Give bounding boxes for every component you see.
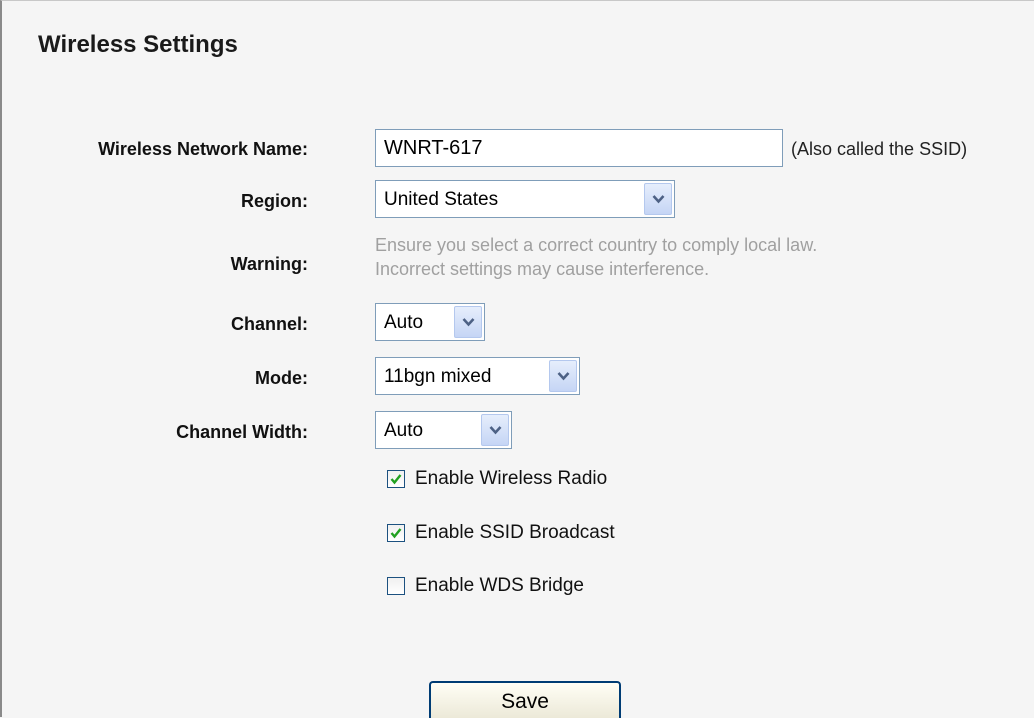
chevron-down-icon[interactable] [481,414,509,446]
channel-width-label: Channel Width: [176,422,308,442]
mode-value: 11bgn mixed [384,366,492,387]
chevron-down-icon[interactable] [644,183,672,215]
enable-ssid-broadcast-label: Enable SSID Broadcast [415,522,615,543]
chevron-down-icon[interactable] [454,306,482,338]
ssid-input[interactable] [375,129,783,167]
region-select[interactable]: United States [375,180,675,218]
ssid-hint: (Also called the SSID) [791,139,968,159]
channel-select[interactable]: Auto [375,303,485,341]
region-label: Region: [241,191,308,211]
warning-line-2: Incorrect settings may cause interferenc… [375,259,710,279]
save-button[interactable]: Save [429,681,621,718]
warning-label: Warning: [230,254,308,274]
channel-width-select[interactable]: Auto [375,411,512,449]
ssid-label: Wireless Network Name: [98,139,308,159]
mode-label: Mode: [255,368,308,388]
region-value: United States [384,189,499,210]
enable-ssid-broadcast-checkbox[interactable] [387,524,405,542]
enable-wds-bridge-label: Enable WDS Bridge [415,575,584,596]
enable-wireless-radio-checkbox[interactable] [387,470,405,488]
warning-line-1: Ensure you select a correct country to c… [375,235,818,255]
enable-wireless-radio-label: Enable Wireless Radio [415,468,608,489]
page-title: Wireless Settings [38,31,238,58]
channel-value: Auto [384,312,424,333]
chevron-down-icon[interactable] [549,360,577,392]
mode-select[interactable]: 11bgn mixed [375,357,580,395]
channel-label: Channel: [230,314,308,334]
warning-text: Ensure you select a correct country to c… [375,233,817,281]
checkmark-icon [390,528,402,539]
settings-panel: Wireless Settings Wireless Network Name:… [0,0,1034,718]
checkmark-icon [390,474,402,485]
enable-wds-bridge-checkbox[interactable] [387,577,405,595]
channel-width-value: Auto [384,420,424,441]
